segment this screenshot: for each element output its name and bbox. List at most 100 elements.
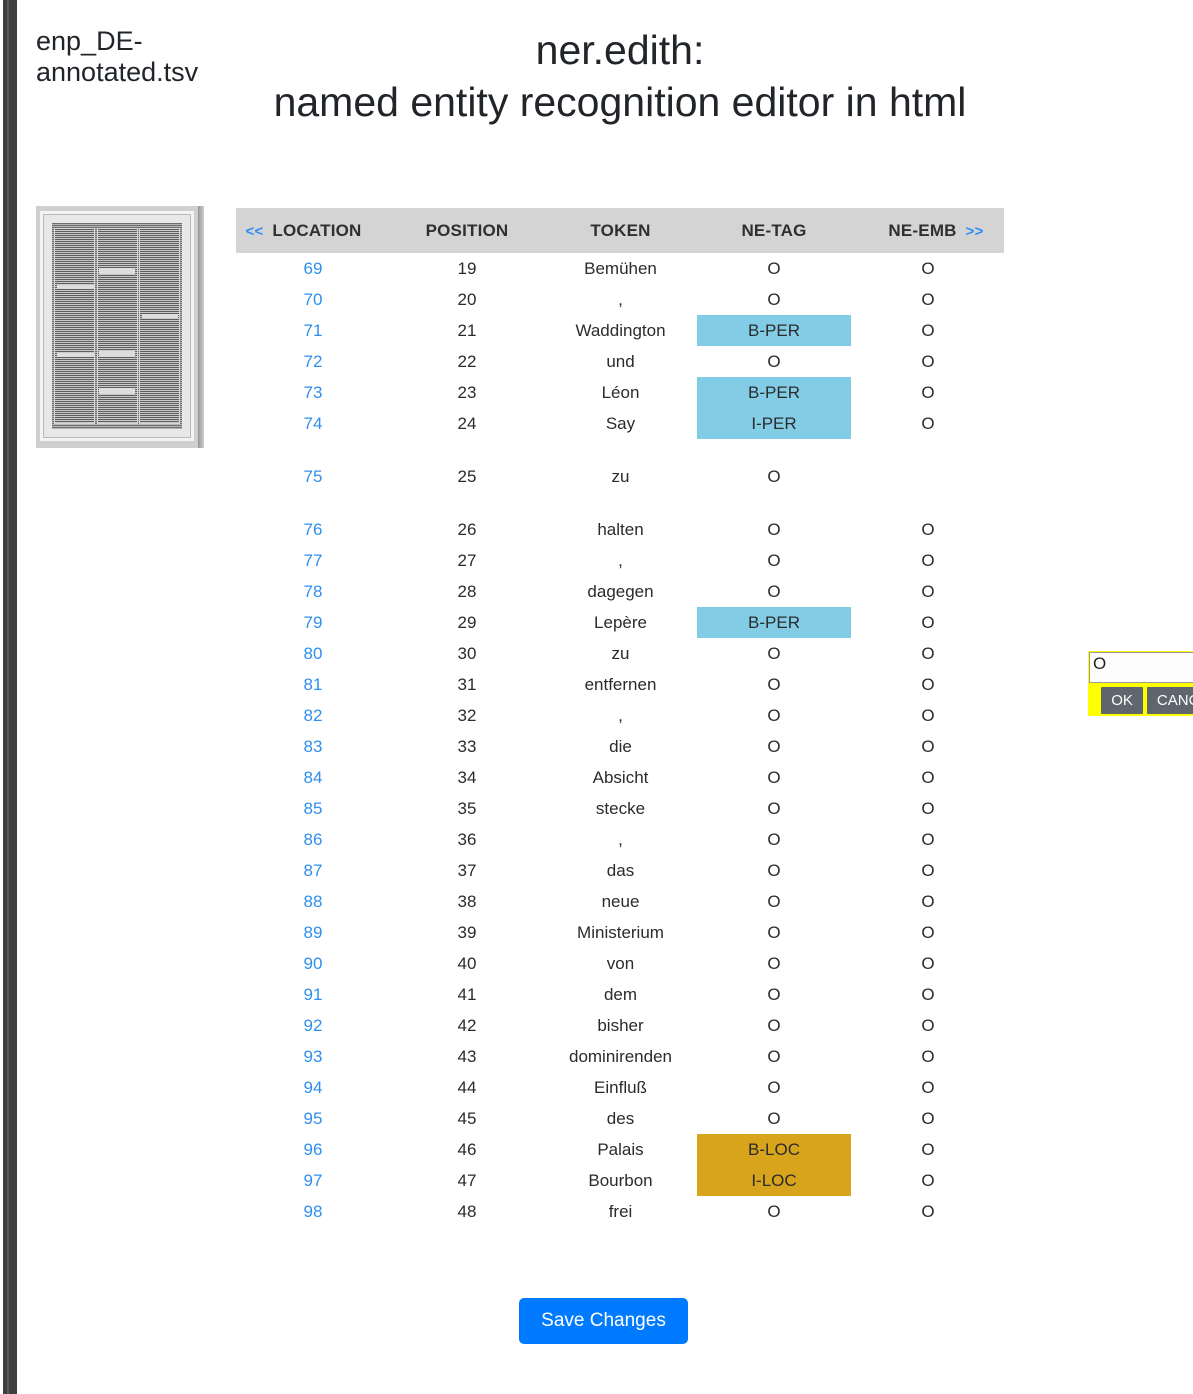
table-row[interactable]: 93 43 dominirenden O O — [236, 1041, 1004, 1072]
table-row[interactable]: 96 46 Palais B-LOC O — [236, 1134, 1004, 1165]
cell-ne-tag[interactable]: O — [697, 576, 851, 607]
location-link[interactable]: 97 — [304, 1171, 323, 1190]
location-link[interactable]: 78 — [304, 582, 323, 601]
cell-ne-tag[interactable]: B-PER — [697, 377, 851, 408]
table-row[interactable]: 72 22 und O O — [236, 346, 1004, 377]
location-link[interactable]: 71 — [304, 321, 323, 340]
cell-ne-emb[interactable]: O — [851, 731, 1004, 762]
table-row[interactable]: 86 36, O O — [236, 824, 1004, 855]
prev-page-arrow[interactable]: << — [236, 223, 272, 240]
cancel-button[interactable]: CANCEL — [1146, 687, 1193, 714]
table-row[interactable]: 81 31 entfernen O O — [236, 669, 1004, 700]
cell-ne-tag[interactable]: O — [697, 731, 851, 762]
cell-ne-emb[interactable]: O — [851, 1041, 1004, 1072]
table-row[interactable]: 77 27, O O — [236, 545, 1004, 576]
cell-ne-tag[interactable]: O — [697, 917, 851, 948]
save-changes-button[interactable]: Save Changes — [519, 1298, 688, 1344]
cell-ne-tag[interactable]: O — [697, 514, 851, 545]
cell-ne-emb[interactable]: O — [851, 948, 1004, 979]
table-row[interactable]: 85 35 stecke O O — [236, 793, 1004, 824]
table-row[interactable]: 75 25 zu O — [236, 439, 1004, 514]
cell-ne-emb[interactable] — [851, 439, 1004, 514]
location-link[interactable]: 81 — [304, 675, 323, 694]
location-link[interactable]: 79 — [304, 613, 323, 632]
table-row[interactable]: 74 24 Say I-PER O — [236, 408, 1004, 439]
location-link[interactable]: 91 — [304, 985, 323, 1004]
cell-ne-tag[interactable]: O — [697, 669, 851, 700]
location-link[interactable]: 88 — [304, 892, 323, 911]
cell-ne-tag[interactable]: O — [697, 1010, 851, 1041]
location-link[interactable]: 86 — [304, 830, 323, 849]
location-link[interactable]: 75 — [304, 467, 323, 486]
table-row[interactable]: 84 34 Absicht O O — [236, 762, 1004, 793]
cell-ne-emb[interactable]: O — [851, 514, 1004, 545]
table-row[interactable]: 69 19 Bemühen O O — [236, 253, 1004, 284]
cell-ne-emb[interactable]: O — [851, 886, 1004, 917]
location-link[interactable]: 87 — [304, 861, 323, 880]
table-row[interactable]: 71 21 Waddington B-PER O — [236, 315, 1004, 346]
cell-ne-tag[interactable]: O — [697, 253, 851, 284]
location-link[interactable]: 92 — [304, 1016, 323, 1035]
location-link[interactable]: 96 — [304, 1140, 323, 1159]
cell-ne-tag[interactable]: O — [697, 284, 851, 315]
table-row[interactable]: 80 30 zu O O — [236, 638, 1004, 669]
table-row[interactable]: 91 41 dem O O — [236, 979, 1004, 1010]
window-scroll-strip[interactable] — [0, 0, 22, 1394]
table-row[interactable]: 89 39 Ministerium O O — [236, 917, 1004, 948]
cell-ne-emb[interactable]: O — [851, 607, 1004, 638]
table-row[interactable]: 83 33 die O O — [236, 731, 1004, 762]
table-row[interactable]: 73 23 Léon B-PER O — [236, 377, 1004, 408]
location-link[interactable]: 93 — [304, 1047, 323, 1066]
location-link[interactable]: 72 — [304, 352, 323, 371]
cell-ne-emb[interactable]: O — [851, 408, 1004, 439]
cell-ne-tag[interactable]: B-PER — [697, 607, 851, 638]
location-link[interactable]: 95 — [304, 1109, 323, 1128]
table-row[interactable]: 97 47 Bourbon I-LOC O — [236, 1165, 1004, 1196]
cell-ne-tag[interactable]: O — [697, 793, 851, 824]
location-link[interactable]: 69 — [304, 259, 323, 278]
ok-button[interactable]: OK — [1101, 687, 1143, 714]
location-link[interactable]: 76 — [304, 520, 323, 539]
cell-ne-emb[interactable]: O — [851, 377, 1004, 408]
cell-ne-emb[interactable]: O — [851, 917, 1004, 948]
cell-ne-tag[interactable]: B-LOC — [697, 1134, 851, 1165]
cell-ne-tag[interactable]: O — [697, 886, 851, 917]
table-row[interactable]: 98 48 frei O O — [236, 1196, 1004, 1227]
cell-ne-tag[interactable]: I-PER — [697, 408, 851, 439]
table-row[interactable]: 76 26 halten O O — [236, 514, 1004, 545]
cell-ne-emb[interactable]: O — [851, 576, 1004, 607]
cell-ne-tag[interactable]: O — [697, 700, 851, 731]
cell-ne-tag[interactable]: B-PER — [697, 315, 851, 346]
table-row[interactable]: 82 32, O O — [236, 700, 1004, 731]
cell-ne-emb[interactable]: O — [851, 1072, 1004, 1103]
table-row[interactable]: 90 40 von O O — [236, 948, 1004, 979]
cell-ne-emb[interactable]: O — [851, 253, 1004, 284]
cell-ne-tag[interactable]: O — [697, 762, 851, 793]
table-row[interactable]: 87 37 das O O — [236, 855, 1004, 886]
ne-emb-edit-textarea[interactable] — [1089, 652, 1193, 683]
cell-ne-emb[interactable]: O — [851, 793, 1004, 824]
location-link[interactable]: 98 — [304, 1202, 323, 1221]
location-link[interactable]: 83 — [304, 737, 323, 756]
cell-ne-tag[interactable]: O — [697, 439, 851, 514]
location-link[interactable]: 73 — [304, 383, 323, 402]
cell-ne-emb[interactable]: O — [851, 979, 1004, 1010]
cell-ne-emb[interactable]: O — [851, 700, 1004, 731]
cell-ne-emb[interactable]: O — [851, 346, 1004, 377]
cell-ne-emb[interactable]: O — [851, 545, 1004, 576]
location-link[interactable]: 94 — [304, 1078, 323, 1097]
cell-ne-emb[interactable]: O — [851, 315, 1004, 346]
table-row[interactable]: 79 29 Lepère B-PER O — [236, 607, 1004, 638]
cell-ne-tag[interactable]: O — [697, 979, 851, 1010]
cell-ne-emb[interactable]: O — [851, 1134, 1004, 1165]
location-link[interactable]: 82 — [304, 706, 323, 725]
cell-ne-tag[interactable]: O — [697, 855, 851, 886]
cell-ne-tag[interactable]: I-LOC — [697, 1165, 851, 1196]
cell-ne-tag[interactable]: O — [697, 1072, 851, 1103]
cell-ne-emb[interactable]: O — [851, 1103, 1004, 1134]
cell-ne-emb[interactable]: O — [851, 824, 1004, 855]
table-row[interactable]: 88 38 neue O O — [236, 886, 1004, 917]
cell-ne-tag[interactable]: O — [697, 948, 851, 979]
location-link[interactable]: 74 — [304, 414, 323, 433]
table-row[interactable]: 78 28 dagegen O O — [236, 576, 1004, 607]
